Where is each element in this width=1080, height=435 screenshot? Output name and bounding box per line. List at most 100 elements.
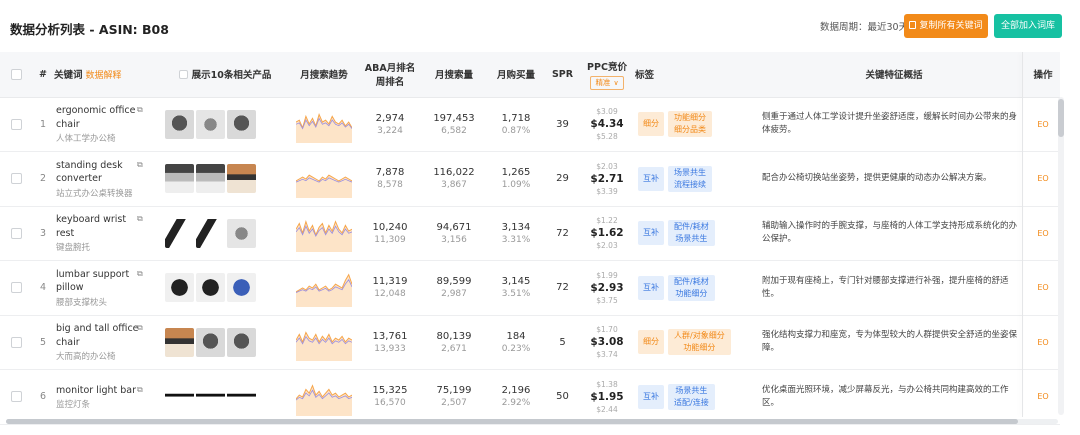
- data-explain-link[interactable]: 数据解释: [86, 71, 122, 81]
- row-checkbox[interactable]: [10, 173, 22, 184]
- product-thumbnail[interactable]: [196, 382, 225, 412]
- purchase-cell: 184 0.23%: [486, 315, 546, 370]
- horizontal-scrollbar[interactable]: [6, 419, 1058, 424]
- search-volume: 80,139: [436, 330, 472, 342]
- row-checkbox[interactable]: [10, 282, 22, 293]
- relation-type-badge: 互补: [638, 166, 664, 191]
- keyword-en[interactable]: monitor light bar: [56, 384, 142, 398]
- ppc-match-select[interactable]: 精准 ∨: [590, 75, 624, 90]
- product-thumbnail[interactable]: [196, 164, 225, 194]
- relation-detail-badge: 人群/对象细分 功能细分: [668, 329, 731, 356]
- product-thumbnail[interactable]: [165, 273, 194, 303]
- trend-sparkline[interactable]: [296, 269, 352, 307]
- external-link-icon[interactable]: ⧉: [137, 385, 143, 395]
- product-thumbnail[interactable]: [227, 327, 256, 357]
- row-select-cell: [0, 97, 32, 152]
- feature-summary: 辅助输入操作时的手腕支撑，与座椅的人体工学支持形成系统化的办公保护。: [762, 206, 1026, 261]
- product-thumbnail[interactable]: [165, 382, 194, 412]
- row-checkbox[interactable]: [10, 118, 22, 130]
- product-thumbnail[interactable]: [196, 109, 225, 139]
- product-thumbnail[interactable]: [165, 109, 194, 139]
- keyword-en[interactable]: lumbar support pillow: [56, 268, 142, 295]
- row-action-button[interactable]: EO: [1037, 120, 1048, 129]
- trend-area: [296, 114, 352, 144]
- show-products-checkbox[interactable]: [178, 70, 188, 80]
- tags-cell: 细分 功能细分 细分品类: [635, 97, 762, 152]
- trend-sparkline[interactable]: [296, 214, 352, 253]
- keyword-wrap: keyboard wrist rest 键盘腕托 ⧉: [54, 213, 160, 253]
- product-thumbnail[interactable]: [165, 218, 194, 248]
- relation-type-badge: 互补: [638, 275, 664, 300]
- product-thumbnail[interactable]: [227, 382, 256, 412]
- relation-detail-badge: 功能细分 细分品类: [668, 111, 712, 138]
- keyword-en[interactable]: big and tall office chair: [56, 322, 142, 349]
- tag-line: 流程接续: [674, 179, 706, 189]
- ppc-cell: $1.70 $3.08 $3.74: [579, 315, 635, 370]
- row-action-button[interactable]: EO: [1037, 283, 1048, 292]
- search-volume-sub: 3,156: [441, 234, 467, 245]
- ppc-suggested: $2.93: [590, 281, 624, 294]
- product-thumbnail[interactable]: [196, 327, 225, 357]
- product-thumbnail[interactable]: [196, 218, 225, 248]
- vertical-scrollbar[interactable]: [1058, 97, 1064, 415]
- col-products: 展示10条相关产品: [160, 52, 290, 98]
- trend-sparkline[interactable]: [296, 160, 352, 198]
- ppc-suggested: $2.71: [590, 172, 624, 185]
- ppc-cell: $1.38 $1.95 $2.44: [579, 369, 635, 425]
- external-link-icon[interactable]: ⧉: [137, 214, 143, 224]
- external-link-icon[interactable]: ⧉: [137, 160, 143, 170]
- search-volume-sub: 2,507: [441, 398, 467, 409]
- ppc-suggested: $1.95: [590, 390, 624, 403]
- row-action-button[interactable]: EO: [1037, 392, 1048, 401]
- aba-week-rank: 11,309: [374, 234, 406, 245]
- horizontal-scroll-thumb[interactable]: [6, 419, 1018, 424]
- keyword-en[interactable]: keyboard wrist rest: [56, 213, 142, 240]
- keyword-cn: 人体工学办公椅: [56, 134, 116, 145]
- external-link-icon[interactable]: ⧉: [137, 323, 143, 333]
- product-list: [160, 164, 290, 194]
- product-thumbnail[interactable]: [227, 273, 256, 303]
- product-thumbnail[interactable]: [165, 327, 194, 357]
- row-checkbox[interactable]: [10, 336, 22, 348]
- data-period-label: 数据周期：最近30天: [820, 22, 909, 33]
- copy-keywords-button[interactable]: 复制所有关键词: [904, 14, 988, 38]
- row-index: 3: [32, 206, 54, 261]
- trend-sparkline[interactable]: [296, 105, 352, 144]
- volume-cell: 94,671 3,156: [422, 206, 486, 261]
- row-index: 2: [32, 151, 54, 207]
- product-thumbnail[interactable]: [227, 164, 256, 194]
- copy-icon: [909, 21, 917, 29]
- row-action-button[interactable]: EO: [1037, 174, 1048, 183]
- external-link-icon[interactable]: ⧉: [137, 269, 143, 279]
- ppc-high: $3.75: [596, 295, 618, 305]
- ppc-low: $1.22: [596, 216, 618, 226]
- add-all-to-library-button[interactable]: 全部加入词库: [994, 14, 1062, 38]
- spr-cell: 72: [546, 206, 579, 261]
- spr-cell: 72: [546, 260, 579, 316]
- trend-area: [296, 385, 352, 416]
- table-header-row: # 关键词 数据解释 展示10条相关产品 月搜索趋势 ABA月排名 周排名 月搜索量…: [0, 52, 1060, 98]
- product-thumbnail[interactable]: [227, 109, 256, 139]
- trend-sparkline[interactable]: [296, 378, 352, 416]
- keyword-wrap: monitor light bar 监控灯条 ⧉: [54, 384, 160, 411]
- product-thumbnail[interactable]: [227, 218, 256, 248]
- trend-sparkline[interactable]: [296, 323, 352, 362]
- select-all-checkbox[interactable]: [10, 68, 22, 80]
- feature-summary: 强化结构支撑力和座宽，专为体型较大的人群提供安全舒适的坐姿保障。: [762, 315, 1026, 370]
- keyword-en[interactable]: ergonomic office chair: [56, 104, 142, 131]
- ppc-high: $3.39: [596, 186, 618, 196]
- op-cell: EO: [1026, 369, 1060, 425]
- purchase-volume: 1,718: [501, 112, 531, 124]
- external-link-icon[interactable]: ⧉: [137, 105, 143, 115]
- keyword-en[interactable]: standing desk converter: [56, 159, 142, 186]
- product-thumbnail[interactable]: [165, 164, 194, 194]
- table-row: 6 monitor light bar 监控灯条 ⧉ 15,325 16,570 …: [0, 369, 1060, 425]
- row-action-button[interactable]: EO: [1037, 229, 1048, 238]
- op-cell: EO: [1026, 260, 1060, 316]
- product-thumbnail[interactable]: [196, 273, 225, 303]
- vertical-scroll-thumb[interactable]: [1058, 99, 1064, 137]
- row-action-button[interactable]: EO: [1037, 338, 1048, 347]
- row-checkbox[interactable]: [10, 227, 22, 239]
- row-checkbox[interactable]: [10, 391, 22, 402]
- purchase-cell: 1,265 1.09%: [486, 151, 546, 207]
